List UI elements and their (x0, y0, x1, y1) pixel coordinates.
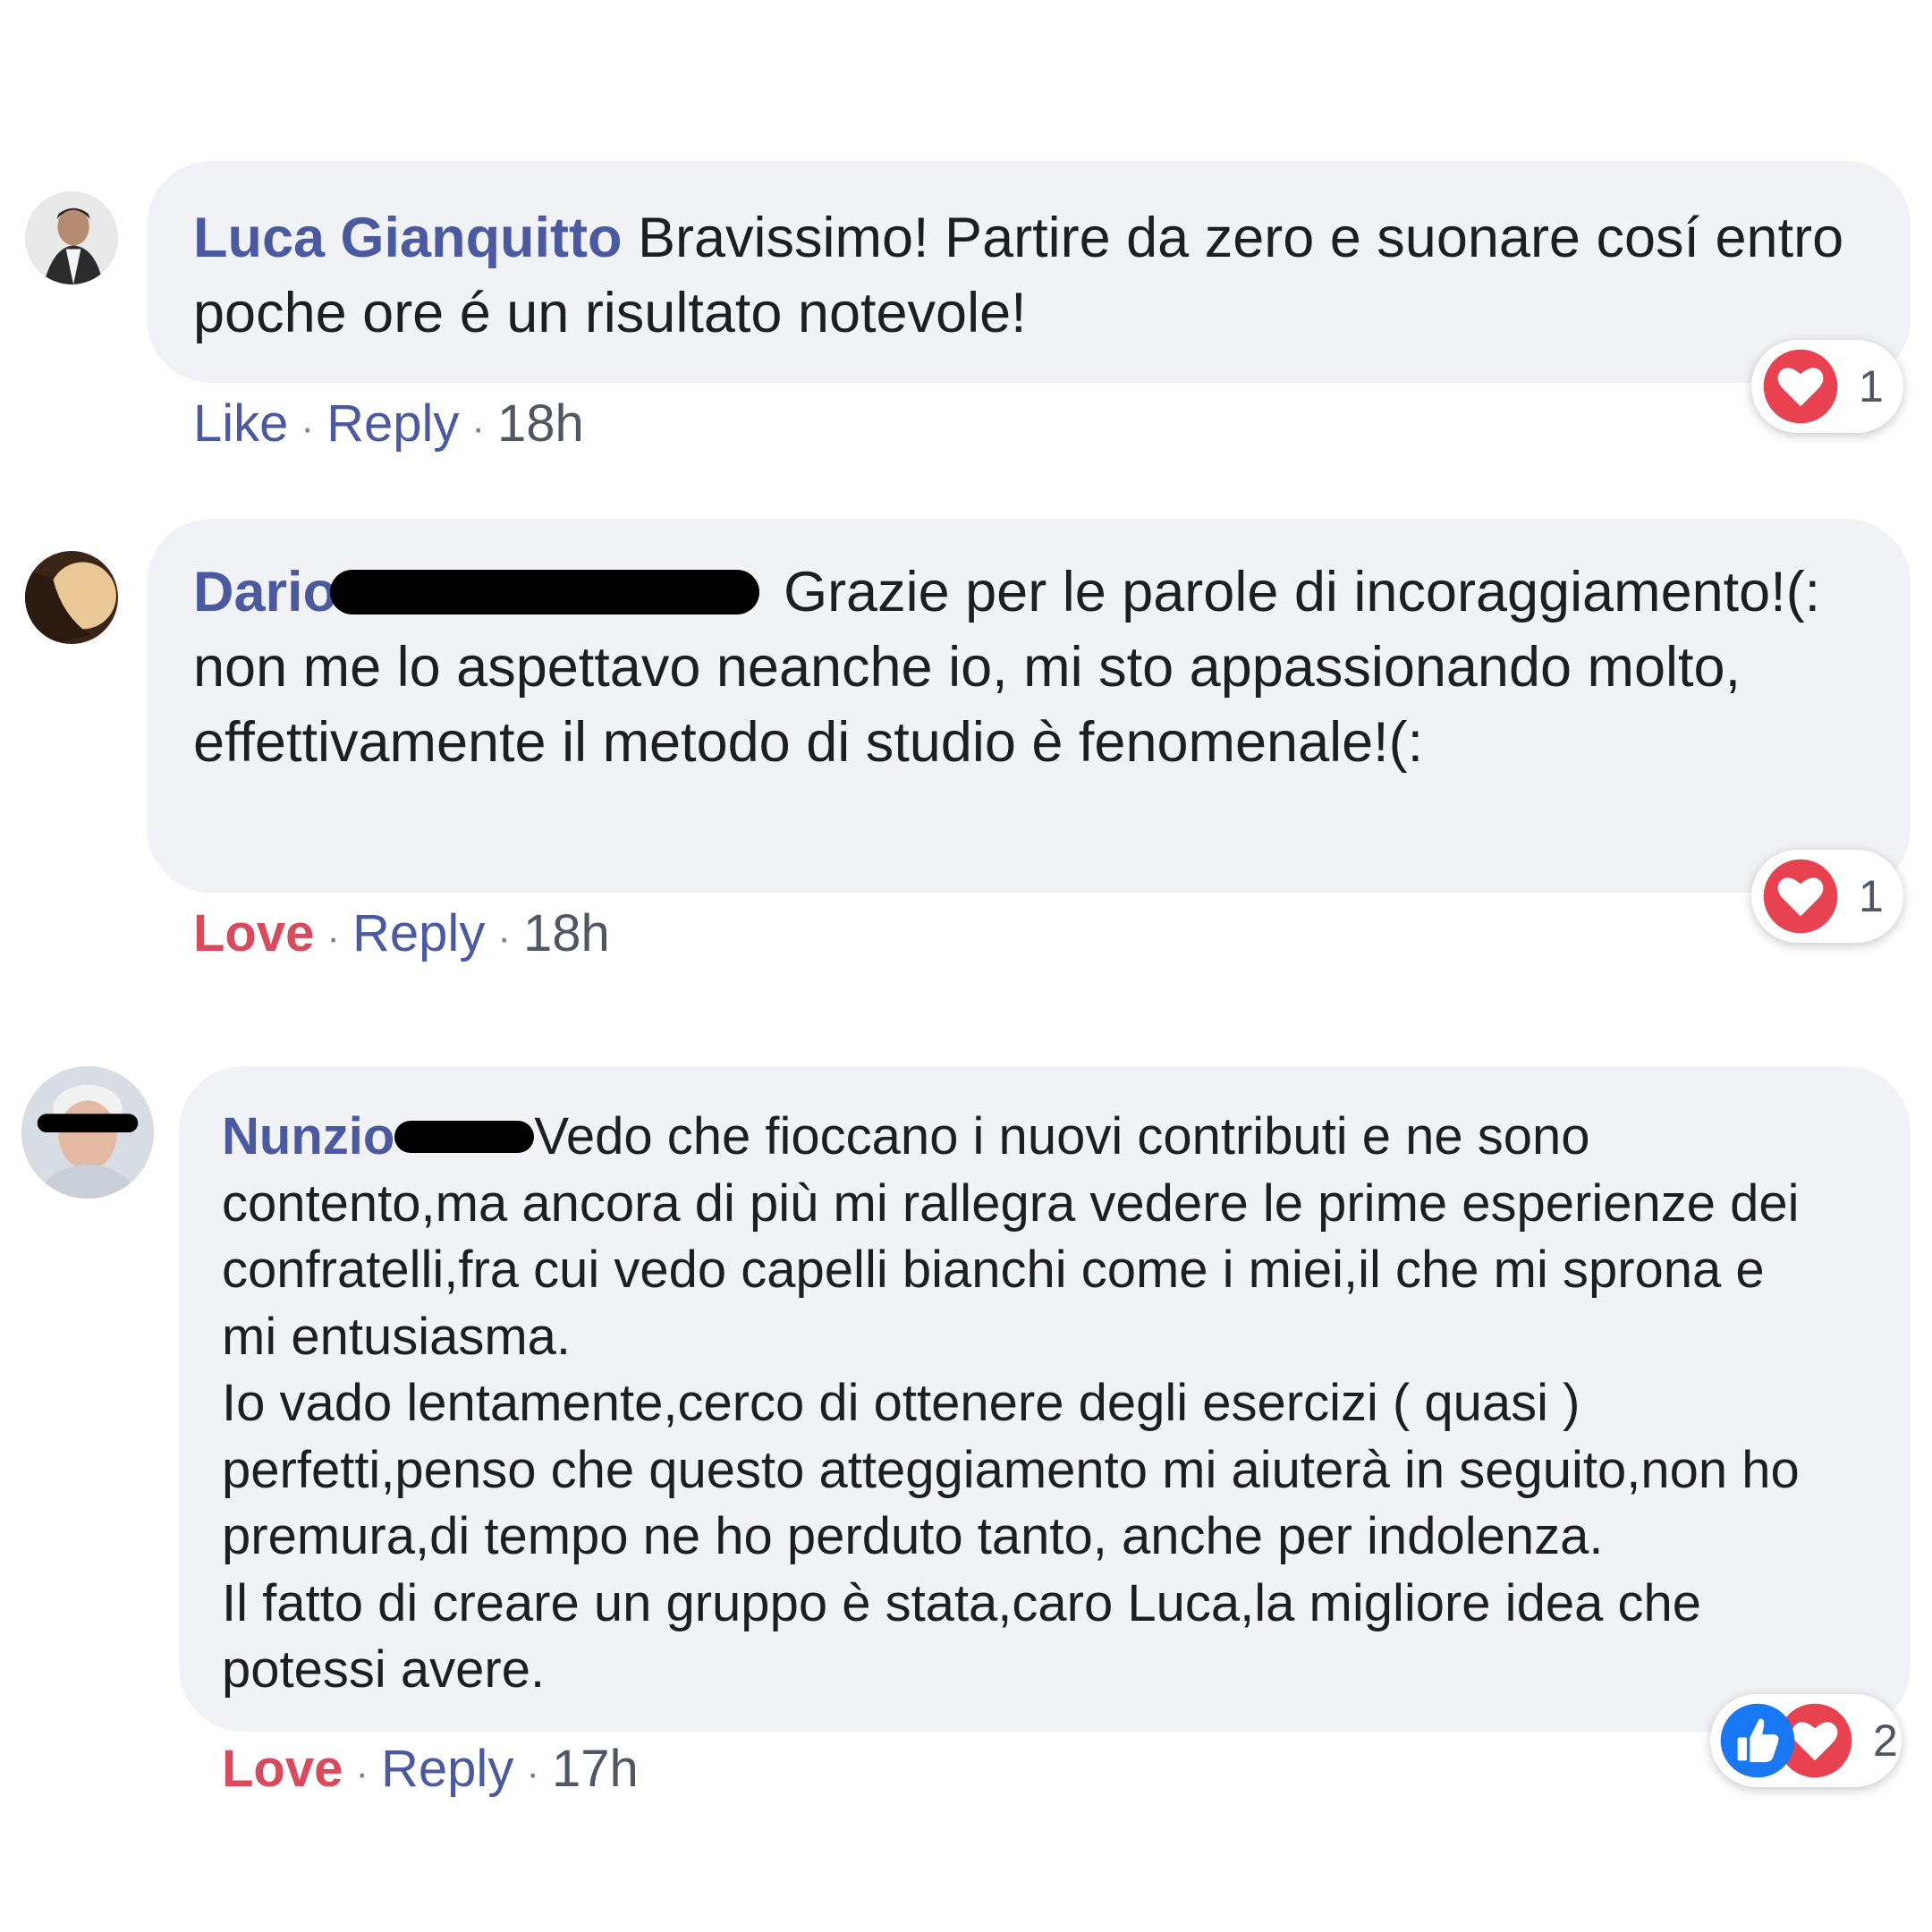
separator: · (355, 1751, 369, 1795)
reaction-count: 1 (1859, 361, 1884, 411)
comment-line: Il fatto di creare un gruppo è stata,car… (222, 1573, 1701, 1632)
comment-line: perfetti,penso che questo atteggiamento … (222, 1440, 1800, 1499)
like-link[interactable]: Like (193, 394, 288, 453)
comment-bubble: Nunzio Vedo che fioccano i nuovi contrib… (179, 1066, 1911, 1732)
author-name[interactable]: Luca Gianquitto (193, 207, 622, 269)
author-name[interactable]: Dario (193, 561, 337, 623)
reply-link[interactable]: Reply (352, 904, 485, 962)
comment-line: confratelli,fra cui vedo capelli bianchi… (222, 1241, 1765, 1299)
comment-text: Vedo che fioccano i nuovi contributi e n… (534, 1107, 1590, 1165)
avatar-image (25, 191, 118, 284)
comment-line: premura,di tempo ne ho perduto tanto, an… (222, 1507, 1604, 1565)
heart-icon (1762, 858, 1839, 935)
author-name[interactable]: Nunzio (222, 1107, 394, 1165)
reaction-count: 1 (1859, 871, 1884, 921)
avatar[interactable] (25, 191, 118, 284)
comment-body: Luca Gianquitto Bravissimo! Partire da z… (193, 200, 1893, 351)
separator: · (301, 406, 315, 450)
like-icon (1719, 1702, 1796, 1779)
comment-body: Dario Grazie per le parole di incoraggia… (193, 555, 1884, 780)
avatar[interactable] (21, 1066, 154, 1199)
separator: · (326, 916, 341, 960)
reaction-summary[interactable]: 2 (1710, 1694, 1902, 1787)
separator: · (471, 406, 486, 450)
comment-line: Io vado lentamente,cerco di ottenere deg… (222, 1374, 1580, 1432)
avatar-image (21, 1066, 154, 1199)
avatar[interactable] (25, 551, 118, 644)
love-link[interactable]: Love (193, 904, 314, 962)
timestamp[interactable]: 17h (552, 1740, 639, 1798)
comment-line: mi entusiasma. (222, 1307, 572, 1366)
avatar-image (25, 551, 118, 644)
reaction-summary[interactable]: 1 (1751, 850, 1903, 943)
love-link[interactable]: Love (222, 1740, 343, 1798)
reaction-summary[interactable]: 1 (1751, 340, 1903, 433)
reply-link[interactable]: Reply (381, 1740, 513, 1798)
separator: · (526, 1751, 539, 1795)
comment-bubble: Luca Gianquitto Bravissimo! Partire da z… (147, 161, 1911, 383)
comment-line: contento,ma ancora di più mi rallegra ve… (222, 1174, 1800, 1233)
comment-bubble: Dario Grazie per le parole di incoraggia… (147, 519, 1911, 893)
comment-actions: Like · Reply · 18h (193, 395, 584, 457)
comment-line: Nunzio Vedo che fioccano i nuovi contrib… (222, 1104, 1911, 1171)
reply-link[interactable]: Reply (326, 394, 459, 453)
comment-actions: Love · Reply · 17h (222, 1741, 639, 1802)
comment-line: potessi avere. (222, 1640, 546, 1699)
timestamp[interactable]: 18h (497, 394, 584, 453)
heart-icon (1762, 348, 1839, 425)
reaction-count: 2 (1873, 1716, 1898, 1766)
redaction-mark (394, 1120, 535, 1153)
comment-body: Nunzio Vedo che fioccano i nuovi contrib… (222, 1104, 1911, 1704)
timestamp[interactable]: 18h (523, 904, 610, 962)
redaction-mark (329, 570, 759, 615)
separator: · (497, 916, 511, 960)
comment-actions: Love · Reply · 18h (193, 905, 610, 967)
